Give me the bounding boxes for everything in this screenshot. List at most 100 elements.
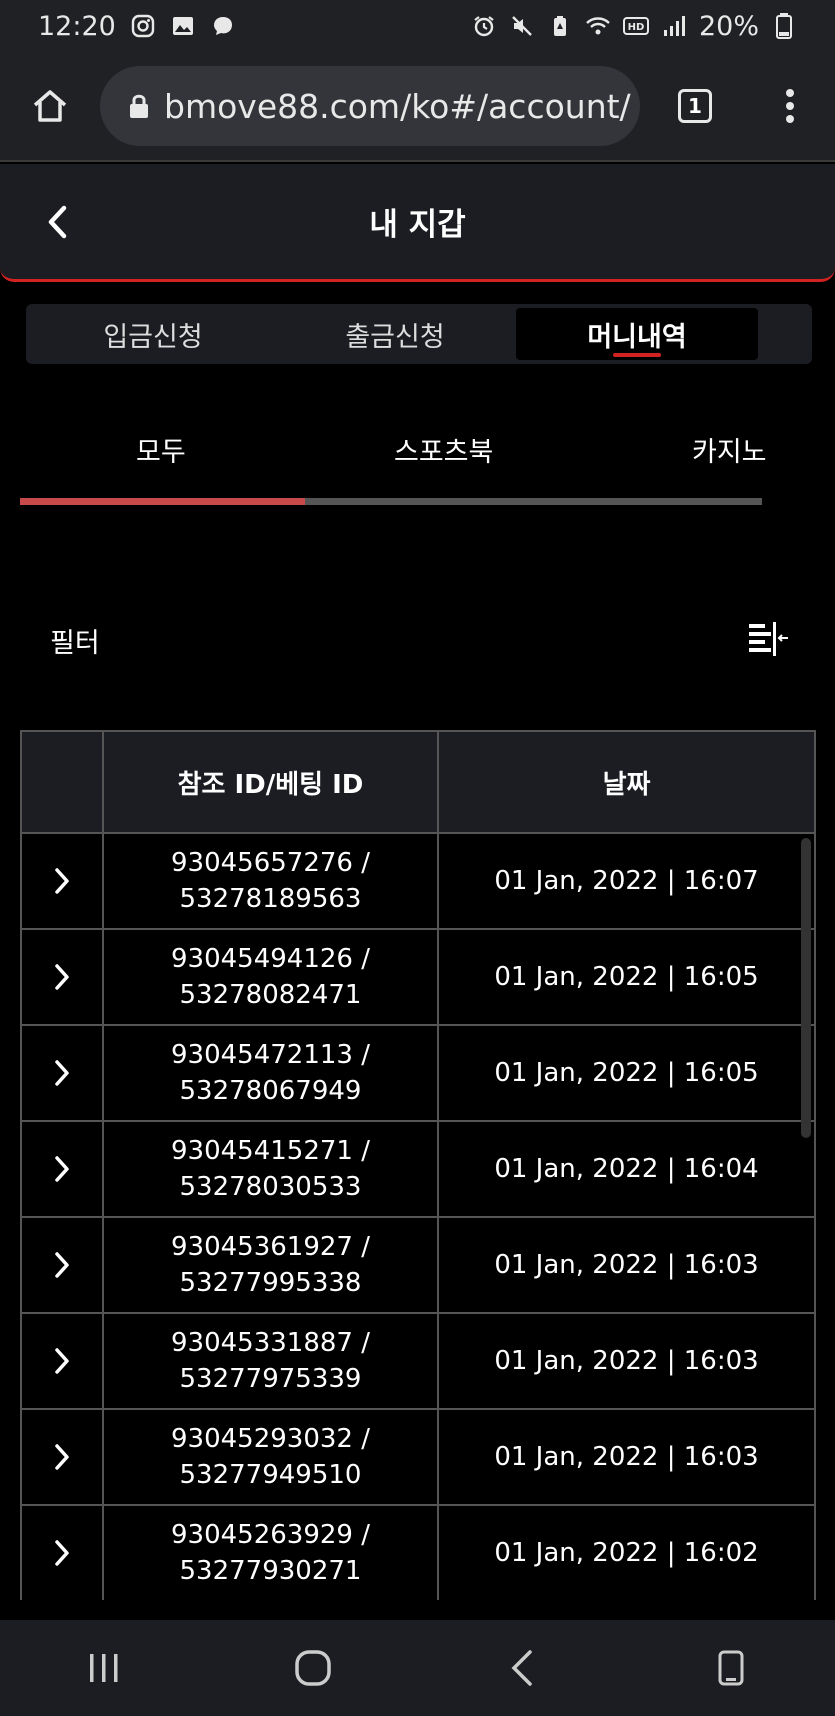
signal-icon [661,13,687,39]
wifi-icon [585,13,611,39]
home-icon [33,90,67,122]
expand-row-button[interactable] [22,930,104,1024]
subtab-sportsbook[interactable]: 스포츠북 [394,430,493,469]
table-row[interactable]: 93045293032 / 53277949510 01 Jan, 2022 | 1… [22,1410,814,1506]
recent-apps-button[interactable] [64,1628,144,1708]
bet-id: 53278067949 [179,1076,362,1106]
category-tabs: 모두 스포츠북 카지노 [20,400,815,505]
table-row[interactable]: 93045415271 / 53278030533 01 Jan, 2022 | 1… [22,1122,814,1218]
recents-icon [90,1654,118,1682]
rotate-button[interactable] [691,1628,771,1708]
ref-id: 93045263929 / [171,1520,370,1550]
ref-bet-id-cell: 93045415271 / 53278030533 [104,1122,439,1216]
mute-icon [509,13,535,39]
table-row[interactable]: 93045263929 / 53277930271 01 Jan, 2022 | 1… [22,1506,814,1600]
table-row[interactable]: 93045331887 / 53277975339 01 Jan, 2022 | 1… [22,1314,814,1410]
chevron-left-icon [48,205,67,239]
ref-bet-id-cell: 93045494126 / 53278082471 [104,930,439,1024]
status-time: 12:20 [38,10,116,42]
browser-toolbar: bmove88.com/ko#/account/ 1 [0,52,835,162]
chevron-right-icon [55,1252,69,1278]
date-cell: 01 Jan, 2022 | 16:03 [494,1442,759,1472]
battery-saver-icon [547,13,573,39]
hd-icon: HD [622,13,649,39]
table-row[interactable]: 93045361927 / 53277995338 01 Jan, 2022 | 1… [22,1218,814,1314]
svg-text:HD: HD [628,22,645,33]
bet-id: 53277949510 [179,1460,362,1490]
date-cell: 01 Jan, 2022 | 16:05 [494,1058,759,1088]
subtab-casino[interactable]: 카지노 [692,430,767,469]
expand-row-button[interactable] [22,834,104,928]
date-cell: 01 Jan, 2022 | 16:07 [494,866,759,896]
ref-bet-id-cell: 93045263929 / 53277930271 [104,1506,439,1600]
filter-label: 필터 [50,627,100,659]
filter-toggle-button[interactable] [746,618,790,662]
home-button[interactable] [0,51,100,161]
date-cell: 01 Jan, 2022 | 16:03 [494,1346,759,1376]
tab-switcher-button[interactable]: 1 [640,51,750,161]
table-row[interactable]: 93045657276 / 53278189563 01 Jan, 2022 | 1… [22,834,814,930]
lock-icon [130,94,148,118]
ref-bet-id-cell: 93045657276 / 53278189563 [104,834,439,928]
column-header-date: 날짜 [602,769,651,800]
table-body: 93045657276 / 53278189563 01 Jan, 2022 | 1… [22,834,814,1600]
address-bar[interactable]: bmove88.com/ko#/account/ [100,66,640,146]
ref-bet-id-cell: 93045472113 / 53278067949 [104,1026,439,1120]
table-scrollbar[interactable] [801,838,811,1138]
table-row[interactable]: 93045494126 / 53278082471 01 Jan, 2022 | 1… [22,930,814,1026]
chevron-right-icon [55,1540,69,1566]
more-vertical-icon [786,89,794,123]
expand-row-button[interactable] [22,1410,104,1504]
ref-id: 93045657276 / [171,848,370,878]
back-chevron-icon [511,1650,532,1686]
gallery-icon [170,13,196,39]
bet-id: 53278030533 [179,1172,362,1202]
chevron-right-icon [55,1444,69,1470]
battery-icon [771,13,797,39]
home-circle-icon [295,1650,331,1686]
column-header-ref-id: 참조 ID/베팅 ID [104,732,439,832]
expand-row-button[interactable] [22,1218,104,1312]
chat-bubble-icon [210,13,236,39]
chevron-right-icon [55,868,69,894]
column-header-expand [22,732,104,832]
ref-id: 93045494126 / [171,944,370,974]
phone-rotate-icon [718,1650,744,1686]
subtab-active-indicator [20,498,305,505]
system-nav-bar [0,1620,835,1716]
bet-id: 53277995338 [179,1268,362,1298]
date-cell: 01 Jan, 2022 | 16:04 [494,1154,759,1184]
expand-row-button[interactable] [22,1506,104,1600]
status-bar: 12:20 HD 20% [0,0,835,52]
back-button[interactable] [30,194,86,250]
chevron-right-icon [55,1156,69,1182]
tab-deposit[interactable]: 입금신청 [32,308,274,360]
ref-bet-id-cell: 93045361927 / 53277995338 [104,1218,439,1312]
page-title: 내 지갑 [369,207,466,243]
chevron-right-icon [55,1060,69,1086]
home-nav-button[interactable] [273,1628,353,1708]
instagram-icon [130,13,156,39]
table-header: 참조 ID/베팅 ID 날짜 [22,732,814,834]
expand-row-button[interactable] [22,1122,104,1216]
tab-money-history[interactable]: 머니내역 [516,308,758,360]
ref-id: 93045472113 / [171,1040,370,1070]
bet-id: 53277930271 [179,1556,362,1586]
filter-list-icon [749,622,788,656]
url-text: bmove88.com/ko#/account/ [164,86,631,126]
bet-id: 53277975339 [179,1364,362,1394]
date-cell: 01 Jan, 2022 | 16:02 [494,1538,759,1568]
tab-withdraw[interactable]: 출금신청 [274,308,516,360]
expand-row-button[interactable] [22,1314,104,1408]
bet-id: 53278189563 [179,884,362,914]
table-row[interactable]: 93045472113 / 53278067949 01 Jan, 2022 | 1… [22,1026,814,1122]
chevron-right-icon [55,1348,69,1374]
back-nav-button[interactable] [482,1628,562,1708]
ref-id: 93045331887 / [171,1328,370,1358]
expand-row-button[interactable] [22,1026,104,1120]
alarm-icon [471,13,497,39]
subtab-all[interactable]: 모두 [136,430,186,469]
ref-id: 93045415271 / [171,1136,370,1166]
browser-menu-button[interactable] [750,51,830,161]
date-cell: 01 Jan, 2022 | 16:03 [494,1250,759,1280]
